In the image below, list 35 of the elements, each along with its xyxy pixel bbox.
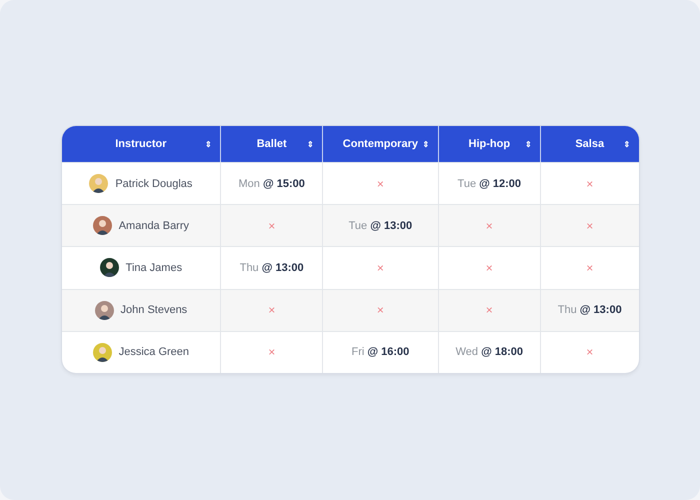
unavailable-mark: × xyxy=(376,303,384,318)
unavailable-mark: × xyxy=(268,303,276,318)
class-time: Thu @ 13:00 xyxy=(240,262,304,274)
unavailable-mark: × xyxy=(268,218,276,233)
sort-icon[interactable]: ⇕ xyxy=(307,140,314,148)
instructor-name: John Stevens xyxy=(120,304,188,316)
class-time: Mon @ 15:00 xyxy=(238,178,305,190)
sort-icon[interactable]: ⇕ xyxy=(524,140,532,148)
column-header: Instructor xyxy=(115,138,167,150)
unavailable-mark: × xyxy=(376,260,384,275)
sort-icon[interactable]: ⇕ xyxy=(422,140,430,148)
unavailable-mark: × xyxy=(586,218,594,233)
column-header: Contemporary xyxy=(342,138,418,150)
instructor-name: Jessica Green xyxy=(118,346,190,358)
column-header: Ballet xyxy=(256,138,287,150)
instructor-name: Tina James xyxy=(126,262,182,274)
unavailable-mark: × xyxy=(376,176,384,191)
unavailable-mark: × xyxy=(586,345,594,360)
unavailable-mark: × xyxy=(486,303,493,318)
sort-icon[interactable]: ⇕ xyxy=(205,140,212,148)
class-time: Wed @ 18:00 xyxy=(456,346,523,358)
class-time: Fri @ 16:00 xyxy=(351,346,410,358)
instructor-name: Amanda Barry xyxy=(118,220,190,232)
sort-icon[interactable]: ⇕ xyxy=(624,140,630,148)
class-time: Tue @ 13:00 xyxy=(348,220,412,232)
column-header: Hip-hop xyxy=(468,138,510,150)
unavailable-mark: × xyxy=(486,260,493,275)
class-time: Thu @ 13:00 xyxy=(558,304,622,316)
column-header: Salsa xyxy=(575,138,604,150)
unavailable-mark: × xyxy=(268,345,276,360)
unavailable-mark: × xyxy=(486,218,493,233)
instructor-name: Patrick Douglas xyxy=(115,178,192,190)
unavailable-mark: × xyxy=(586,176,594,191)
class-time: Tue @ 12:00 xyxy=(458,178,522,190)
unavailable-mark: × xyxy=(586,260,594,275)
